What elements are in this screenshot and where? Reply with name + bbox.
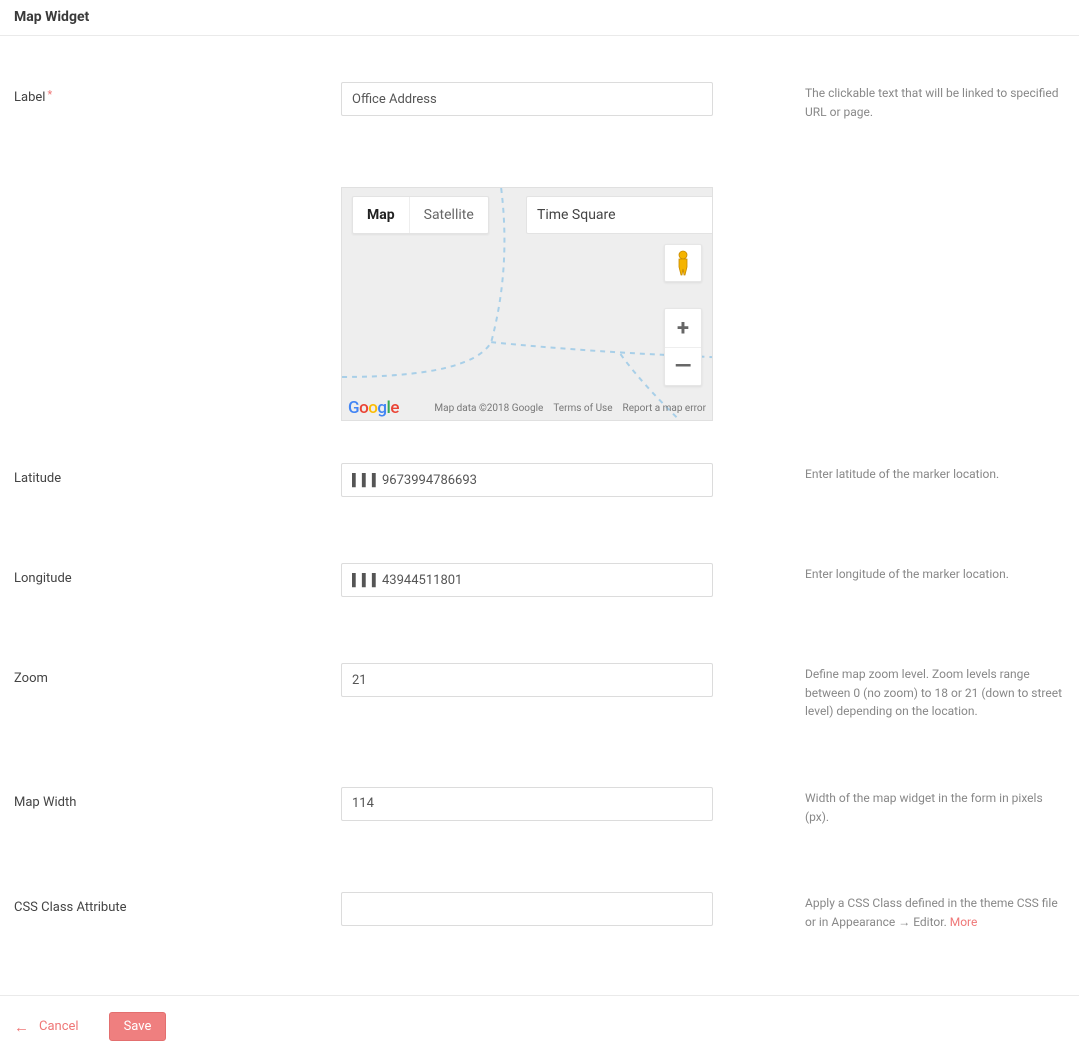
longitude-field-label: Longitude (14, 563, 341, 586)
page-title: Map Widget (14, 9, 1065, 25)
google-logo: Google (348, 398, 399, 418)
map-search-value: Time Square (537, 207, 616, 223)
cssclass-help-text: Apply a CSS Class defined in the theme C… (805, 896, 1058, 929)
street-view-pegman[interactable] (664, 244, 702, 282)
arrow-left-icon: ← (14, 1018, 29, 1036)
map-preview-row: Map Satellite Time Square + — (14, 187, 1065, 421)
mapwidth-help: Width of the map widget in the form in p… (713, 787, 1065, 826)
map-report[interactable]: Report a map error (623, 403, 706, 414)
field-mapwidth-row: Map Width Width of the map widget in the… (14, 787, 1065, 826)
cssclass-more-link[interactable]: More (950, 915, 978, 929)
pegman-icon (674, 250, 692, 276)
zoom-field-label: Zoom (14, 663, 341, 686)
label-help: The clickable text that will be linked t… (713, 82, 1065, 121)
map-preview[interactable]: Map Satellite Time Square + — (341, 187, 713, 421)
save-button[interactable]: Save (109, 1012, 167, 1041)
map-zoom-control: + — (664, 308, 702, 386)
mapwidth-field-label: Map Width (14, 787, 341, 810)
label-field-label: Label* (14, 82, 341, 105)
zoom-input[interactable] (341, 663, 713, 697)
map-zoom-in[interactable]: + (665, 309, 701, 347)
form-body: Label* The clickable text that will be l… (0, 36, 1079, 995)
map-zoom-out[interactable]: — (665, 347, 701, 385)
cssclass-help: Apply a CSS Class defined in the theme C… (713, 892, 1065, 931)
map-search-box[interactable]: Time Square (526, 196, 712, 234)
cssclass-input[interactable] (341, 892, 713, 926)
cancel-label: Cancel (39, 1019, 79, 1034)
map-toggle-satellite[interactable]: Satellite (410, 197, 488, 233)
field-cssclass-row: CSS Class Attribute Apply a CSS Class de… (14, 892, 1065, 931)
cssclass-field-label: CSS Class Attribute (14, 892, 341, 915)
required-mark: * (47, 88, 52, 101)
cancel-button[interactable]: ← Cancel (14, 1018, 79, 1036)
field-label-row: Label* The clickable text that will be l… (14, 82, 1065, 121)
zoom-help: Define map zoom level. Zoom levels range… (713, 663, 1065, 721)
longitude-input[interactable] (341, 563, 713, 597)
form-footer: ← Cancel Save (0, 995, 1079, 1055)
map-terms[interactable]: Terms of Use (553, 403, 612, 414)
field-zoom-row: Zoom Define map zoom level. Zoom levels … (14, 663, 1065, 721)
latitude-input[interactable] (341, 463, 713, 497)
field-latitude-row: Latitude Enter latitude of the marker lo… (14, 463, 1065, 497)
label-text: Label (14, 90, 45, 105)
map-attribution: Map data ©2018 Google (434, 403, 543, 414)
map-footer: Google Map data ©2018 Google Terms of Us… (342, 396, 712, 420)
latitude-field-label: Latitude (14, 463, 341, 486)
page-header: Map Widget (0, 0, 1079, 36)
mapwidth-input[interactable] (341, 787, 713, 821)
map-type-toggle: Map Satellite (352, 196, 489, 234)
latitude-help: Enter latitude of the marker location. (713, 463, 999, 484)
map-toggle-map[interactable]: Map (353, 197, 410, 233)
longitude-help: Enter longitude of the marker location. (713, 563, 1009, 584)
field-longitude-row: Longitude Enter longitude of the marker … (14, 563, 1065, 597)
label-input[interactable] (341, 82, 713, 116)
